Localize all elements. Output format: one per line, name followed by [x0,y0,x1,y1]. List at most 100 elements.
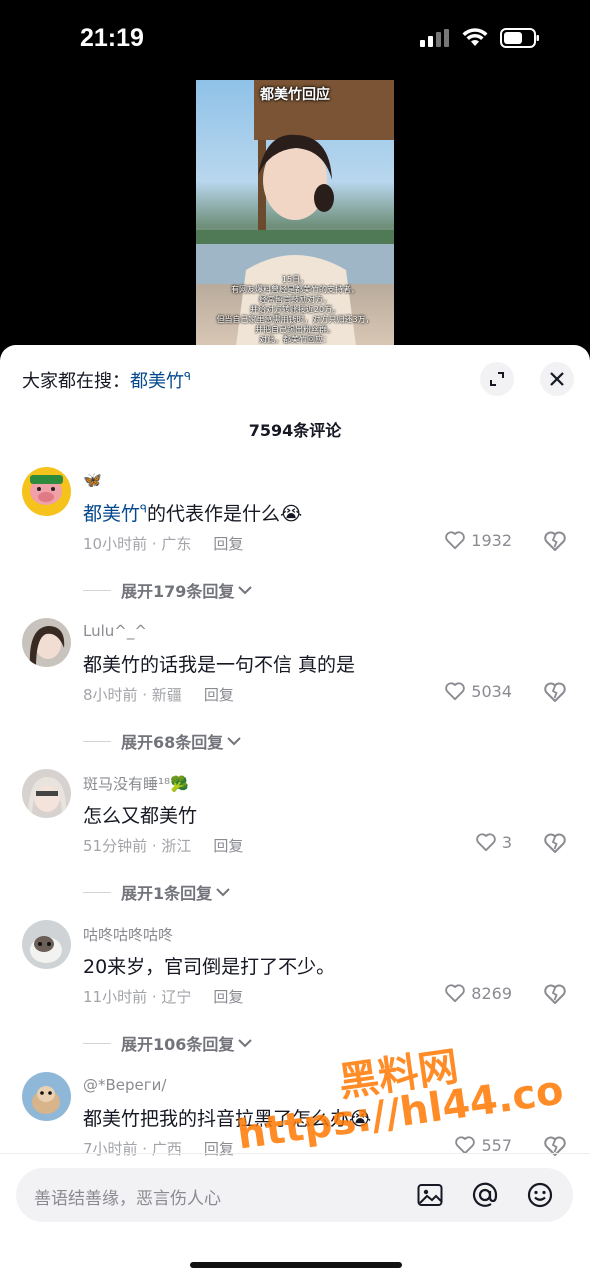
avatar-image [22,769,71,818]
mention-button[interactable] [470,1180,500,1210]
comment-time-location: 51分钟前 · 浙江 [83,837,192,855]
comment-username[interactable]: 咕咚咕咚咕咚 [83,924,173,945]
bottom-safe-area [0,1228,590,1280]
caption-line: 经常留言鼓励对方， [259,295,331,304]
expand-replies-button[interactable]: 展开106条回复 [83,1031,253,1055]
comment-item: Lulu^_^ 都美竹的话我是一句不信 真的是 8小时前 · 新疆 回复 5034… [0,618,590,769]
broken-heart-icon [544,531,566,551]
comment-username[interactable]: Lulu^_^ [83,622,147,640]
image-icon [417,1184,443,1206]
comment-username[interactable]: @*Вереги/ [83,1076,166,1094]
avatar-image [22,467,71,516]
video-thumbnail[interactable]: 都美竹回应 15日， 有网友爆料曾经是都美竹的支持者， 经常留言鼓励对方， 并给… [196,80,394,346]
like-button[interactable]: 557 [454,1135,512,1155]
divider-line [83,589,111,591]
broken-heart-icon [544,682,566,702]
expand-replies-label: 展开179条回复 [121,582,235,601]
image-button[interactable] [415,1180,445,1210]
avatar[interactable] [22,769,71,818]
expand-button[interactable] [480,362,514,396]
dislike-button[interactable] [543,530,567,556]
close-button[interactable] [540,362,574,396]
comment-meta: 10小时前 · 广东 回复 [83,533,243,554]
avatar[interactable] [22,618,71,667]
reply-button[interactable]: 回复 [213,535,243,553]
caption-line: 但当自己家里急需用钱时，对方只归还3万， [216,315,374,324]
like-button[interactable]: 5034 [444,681,512,701]
divider-line [0,1153,590,1154]
comment-time-location: 7小时前 · 广西 [83,1140,182,1158]
comment-sheet: 大家都在搜：都美竹ᑫ 7594条评论 🦋 都美竹ᑫ的代表作是什么😭 10小时前 … [0,345,590,1280]
avatar[interactable] [22,920,71,969]
comment-text: 都美竹ᑫ的代表作是什么😭 [83,499,302,526]
comment-meta: 51分钟前 · 浙江 回复 [83,835,243,856]
emoji-button[interactable] [525,1180,555,1210]
avatar[interactable] [22,467,71,516]
dislike-button[interactable] [543,832,567,858]
chevron-down-icon [216,888,230,897]
like-count: 557 [481,1135,512,1155]
comment-meta: 11小时前 · 辽宁 回复 [83,986,243,1007]
like-button[interactable]: 8269 [444,983,512,1003]
caption-line: 并给对方转账接近20万。 [249,305,341,314]
like-count: 5034 [471,681,512,701]
emoji-icon [527,1182,553,1208]
comment-time-location: 8小时前 · 新疆 [83,686,182,704]
at-icon [472,1182,498,1207]
comment-input-placeholder: 善语结善缘，恶言伤人心 [34,1189,221,1209]
comment-keyword-link[interactable]: 都美竹 [83,503,140,525]
dislike-button[interactable] [543,983,567,1009]
search-icon: ᑫ [184,370,191,383]
expand-replies-button[interactable]: 展开1条回复 [83,880,231,904]
comment-text-rest: 的代表作是什么😭 [146,503,303,525]
comment-username[interactable]: 斑马没有睡¹⁸🥦 [83,773,189,794]
comment-text: 都美竹的话我是一句不信 真的是 [83,654,356,676]
comment-item: 斑马没有睡¹⁸🥦 怎么又都美竹 51分钟前 · 浙江 回复 3 展开1条回复 [0,769,590,920]
caption-line: 并把自己踢出粉丝群。 [255,325,335,334]
like-button[interactable]: 1932 [444,530,512,550]
search-prefix: 大家都在搜： [22,371,130,392]
expand-replies-label: 展开1条回复 [121,884,213,903]
heart-icon [455,1136,476,1155]
comment-text: 都美竹把我的抖音拉黑了怎么办😭 [83,1108,372,1130]
comment-input-bar[interactable]: 善语结善缘，恶言伤人心 [16,1168,573,1222]
like-count: 3 [501,832,512,852]
dislike-button[interactable] [543,681,567,707]
avatar-image [22,1072,71,1121]
reply-button[interactable]: 回复 [204,686,234,704]
like-count: 8269 [471,983,512,1003]
close-icon [550,372,564,386]
comment-text: 怎么又都美竹 [83,805,198,827]
status-time: 21:19 [80,24,144,52]
reply-button[interactable]: 回复 [204,1140,234,1158]
heart-icon [445,682,466,701]
comment-item: 咕咚咕咚咕咚 20来岁，官司倒是打了不少。 11小时前 · 辽宁 回复 8269 … [0,920,590,1071]
home-indicator [190,1262,402,1268]
comment-time-location: 11小时前 · 辽宁 [83,988,192,1006]
reply-button[interactable]: 回复 [213,988,243,1006]
heart-icon [445,984,466,1003]
video-caption: 15日， 有网友爆料曾经是都美竹的支持者， 经常留言鼓励对方， 并给对方转账接近… [200,275,390,345]
reply-button[interactable]: 回复 [213,837,243,855]
comment-count: 7594条评论 [248,421,342,440]
expand-replies-button[interactable]: 展开179条回复 [83,578,253,602]
heart-icon [445,531,466,550]
expand-replies-button[interactable]: 展开68条回复 [83,729,242,753]
search-suggestion[interactable]: 大家都在搜：都美竹ᑫ [22,367,191,393]
comment-username[interactable]: 🦋 [83,471,102,489]
search-keyword[interactable]: 都美竹 [130,371,184,392]
broken-heart-icon [544,833,566,853]
caption-line: 对此，都美竹回应： [259,335,331,344]
divider-line [83,1042,111,1044]
chevron-down-icon [238,586,253,595]
avatar-image [22,920,71,969]
broken-heart-icon [544,984,566,1004]
battery-icon [500,28,539,48]
dislike-button[interactable] [543,1135,567,1161]
chevron-down-icon [227,737,241,746]
comment-item: 🦋 都美竹ᑫ的代表作是什么😭 10小时前 · 广东 回复 1932 展开179条回… [0,467,590,618]
like-button[interactable]: 3 [475,832,512,852]
comment-text: 20来岁，官司倒是打了不少。 [83,956,336,978]
avatar[interactable] [22,1072,71,1121]
chevron-down-icon [238,1039,253,1048]
